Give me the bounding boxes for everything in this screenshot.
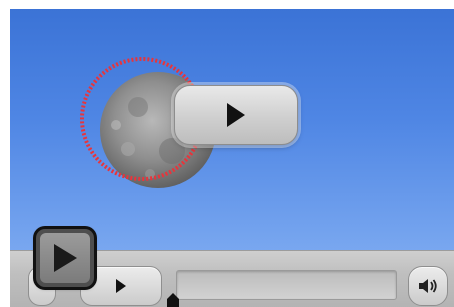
- playhead-icon[interactable]: [166, 292, 180, 307]
- video-area[interactable]: [10, 9, 454, 254]
- play-icon: [227, 103, 245, 127]
- speaker-icon: [419, 279, 437, 293]
- progress-bar[interactable]: [176, 270, 397, 300]
- play-icon: [116, 279, 126, 293]
- play-icon: [54, 244, 77, 272]
- focused-play-button[interactable]: [36, 229, 94, 287]
- volume-button[interactable]: [408, 266, 448, 306]
- focused-play-button-face: [40, 233, 90, 283]
- video-player: [10, 9, 454, 307]
- big-play-button[interactable]: [174, 85, 298, 145]
